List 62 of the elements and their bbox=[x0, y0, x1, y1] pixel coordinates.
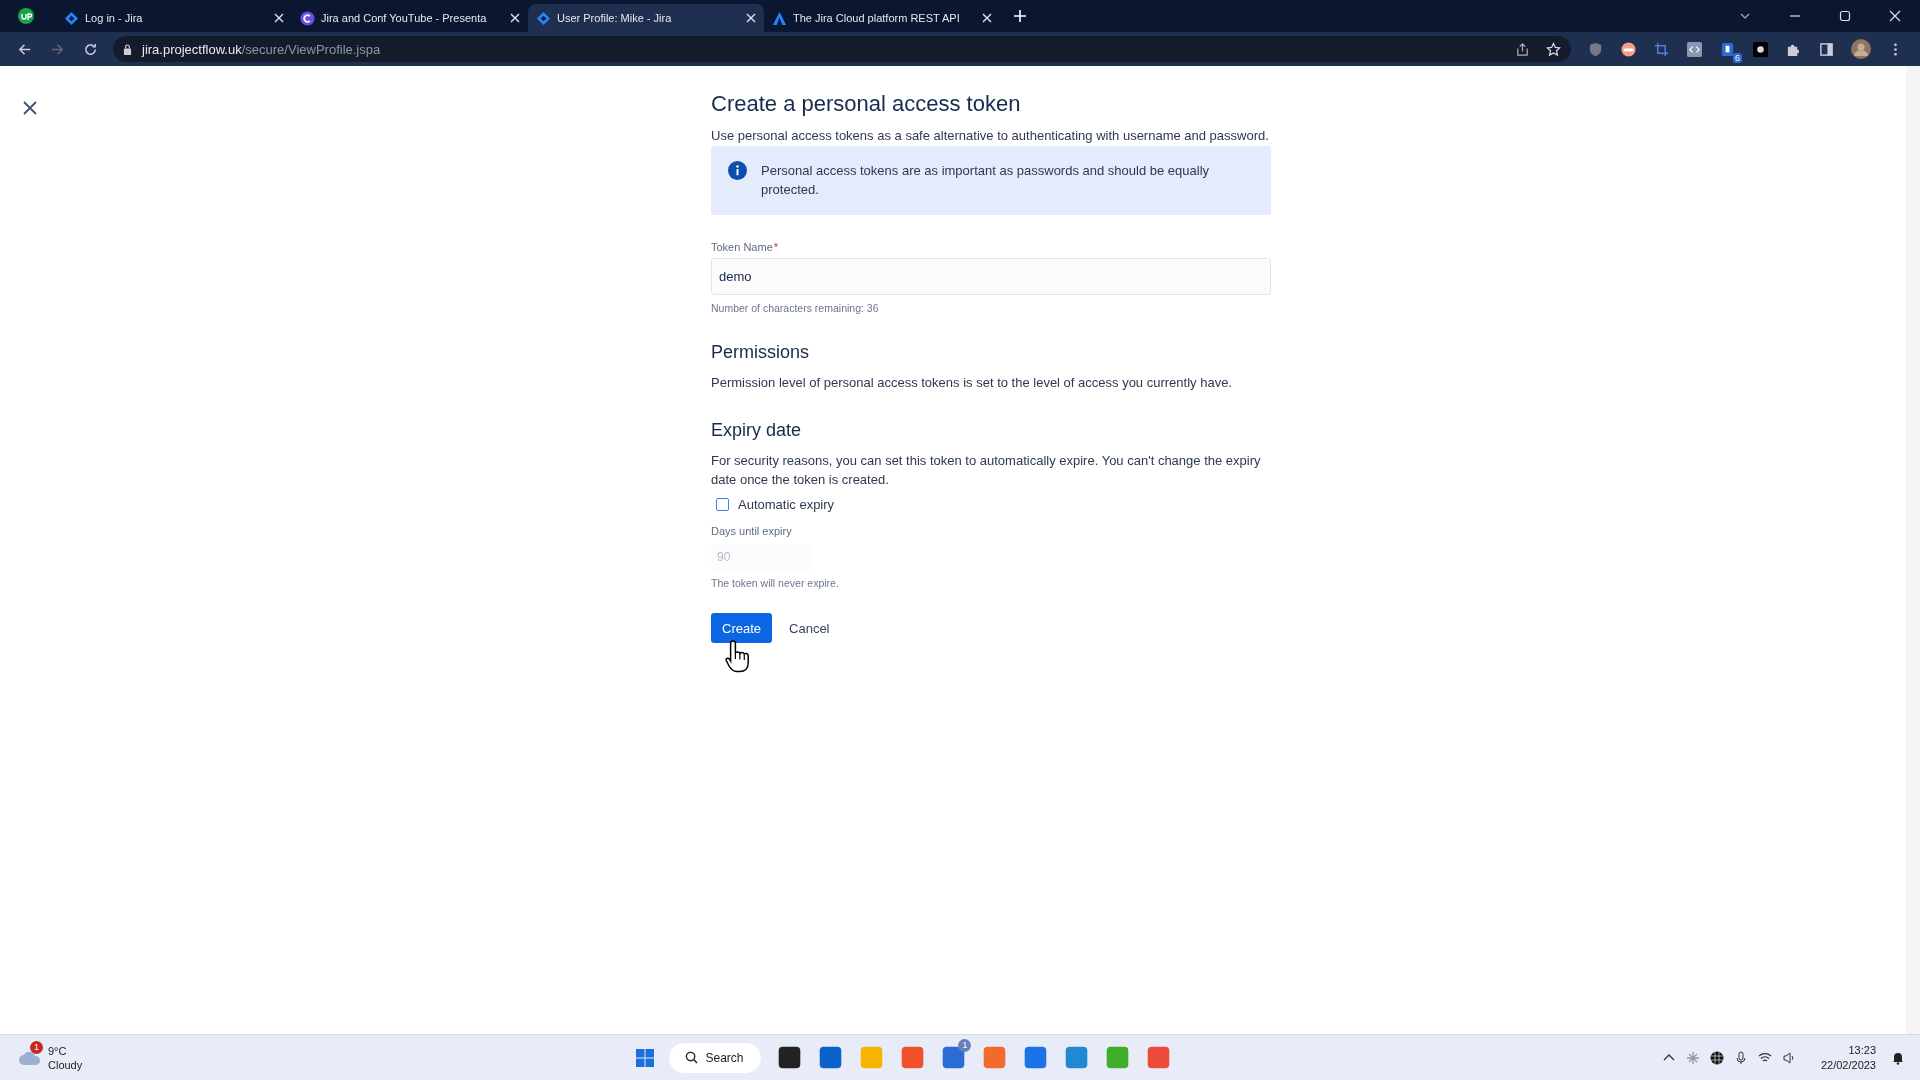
section-heading: Expiry date bbox=[711, 420, 803, 441]
circle-logo-icon bbox=[300, 10, 315, 26]
bookmark-icon[interactable] bbox=[1720, 41, 1735, 57]
star-icon[interactable] bbox=[1546, 41, 1561, 57]
notification-badge: 1 bbox=[958, 1039, 972, 1052]
tab-title: User Profile: Mike - Jira bbox=[557, 12, 673, 24]
browser-tab[interactable]: User Profile: Mike - Jira bbox=[528, 4, 764, 32]
section-heading: Permissions bbox=[711, 342, 811, 363]
address-field[interactable]: jira.projectflow.uk/secure/ViewProfile.jspa bbox=[113, 36, 1571, 62]
browser-tab[interactable]: Jira and Conf YouTube - Presenta bbox=[292, 4, 528, 32]
hand-cursor-icon bbox=[725, 639, 751, 673]
field-label: Days until expiry bbox=[711, 525, 793, 537]
cloud-icon[interactable] bbox=[18, 1049, 42, 1066]
checkbox-label: Automatic expiry bbox=[738, 497, 835, 512]
tab-title: Log in - Jira bbox=[85, 12, 144, 24]
crop-icon[interactable] bbox=[1654, 41, 1669, 57]
browser-tab[interactable]: Log in - Jira bbox=[56, 4, 292, 32]
avatar-icon[interactable] bbox=[1851, 39, 1871, 59]
helper-text: The token will never expire. bbox=[711, 577, 840, 589]
weather-text: Cloudy bbox=[48, 1057, 83, 1072]
tab-title: Jira and Conf YouTube - Presenta bbox=[321, 12, 488, 24]
checkbox[interactable] bbox=[716, 498, 729, 511]
count-badge: 6 bbox=[1733, 52, 1742, 63]
side-panel-icon[interactable] bbox=[1819, 41, 1834, 57]
info-icon bbox=[728, 161, 747, 180]
notification-badge: 1 bbox=[30, 1040, 43, 1054]
clock-date[interactable]: 22/02/2023 bbox=[1820, 1057, 1876, 1073]
extension-logo-icon[interactable] bbox=[18, 8, 34, 24]
field-label: Token Name* bbox=[711, 241, 780, 253]
microphone-icon[interactable] bbox=[1733, 1050, 1748, 1065]
new-tab-icon[interactable] bbox=[1014, 10, 1026, 22]
speaker-icon[interactable] bbox=[1781, 1050, 1796, 1065]
browser-tab[interactable]: The Jira Cloud platform REST API bbox=[764, 4, 1000, 32]
intro-text: Use personal access tokens as a safe alternative to authenticating with username and password. bbox=[711, 128, 1270, 143]
close-icon[interactable] bbox=[23, 101, 37, 115]
scrollbar[interactable] bbox=[1906, 66, 1920, 1034]
search-icon bbox=[685, 1051, 699, 1064]
url-text: jira.projectflow.uk/secure/ViewProfile.jspa bbox=[142, 41, 381, 57]
info-message: Personal access tokens are as important as passwords and should be equally protected. bbox=[761, 162, 1211, 199]
reload-icon[interactable] bbox=[83, 41, 98, 57]
clock-time[interactable]: 13:23 bbox=[1848, 1042, 1876, 1058]
share-icon[interactable] bbox=[1515, 41, 1530, 57]
cancel-button[interactable]: Cancel bbox=[787, 613, 832, 643]
tab-title: The Jira Cloud platform REST API bbox=[793, 12, 961, 24]
bell-icon[interactable] bbox=[1891, 1050, 1905, 1065]
page-title: Create a personal access token bbox=[711, 91, 1022, 117]
diamond-icon bbox=[64, 10, 79, 26]
search-field[interactable]: Search bbox=[669, 1042, 762, 1073]
windows-icon[interactable] bbox=[635, 1047, 656, 1068]
diamond-icon bbox=[536, 10, 551, 26]
code-icon[interactable] bbox=[1687, 41, 1702, 57]
helper-text: Number of characters remaining: 36 bbox=[711, 302, 880, 314]
expiry-text: For security reasons, you can set this token to automatically expire. You can't change the expiry date once the token is created. bbox=[711, 452, 1262, 489]
token-name-input[interactable]: demo bbox=[711, 258, 1271, 295]
triangle-logo-icon bbox=[772, 10, 787, 26]
shield-icon[interactable] bbox=[1588, 41, 1603, 57]
create-button[interactable]: Create bbox=[711, 613, 773, 643]
permissions-text: Permission level of personal access tokens is set to the level of access you currently have. bbox=[711, 374, 1233, 392]
temperature-text: 9°C bbox=[48, 1043, 68, 1058]
lock-icon bbox=[123, 43, 132, 55]
maximize-icon[interactable] bbox=[1839, 10, 1851, 22]
globe-icon[interactable] bbox=[1709, 1050, 1724, 1065]
